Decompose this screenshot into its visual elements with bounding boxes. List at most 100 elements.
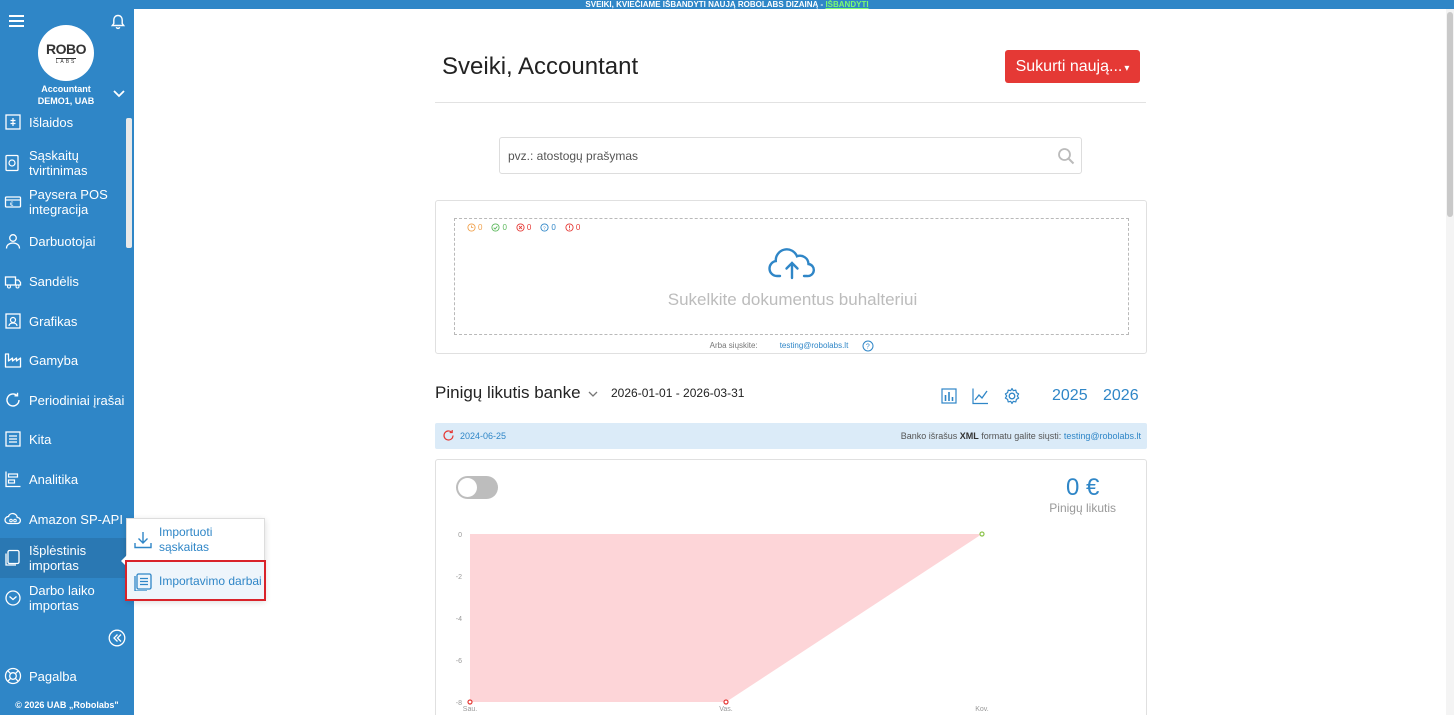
counter-failed: 0 — [516, 223, 531, 232]
cloud-upload-icon — [768, 248, 815, 280]
schedule-icon — [5, 313, 21, 329]
logo-robo: ROBO — [46, 41, 87, 57]
alt-email-link[interactable]: testing@robolabs.lt — [780, 341, 849, 350]
sidebar-item-label: Sąskaitų tvirtinimas — [29, 148, 88, 178]
page-scrollbar-thumb[interactable] — [1447, 12, 1453, 217]
bank-balance-chart: 0 -2 -4 -6 -8Sau. Vas. Kov. — [456, 531, 989, 713]
svg-text:?: ? — [866, 344, 870, 351]
date-range[interactable]: 2026-01-01 - 2026-03-31 — [611, 386, 744, 400]
balance-summary: 0 € Pinigų likutis — [1049, 474, 1116, 516]
search-icon[interactable] — [1057, 147, 1075, 165]
other-icon — [5, 431, 21, 447]
info-email-link[interactable]: testing@robolabs.lt — [1064, 431, 1141, 441]
y-tick-label: 0 — [458, 532, 462, 539]
sidebar-item-label: Kita — [29, 431, 52, 447]
counter-value: 0 — [478, 223, 483, 232]
info-bold: XML — [959, 431, 979, 441]
collapse-sidebar-icon[interactable] — [108, 629, 126, 647]
y-tick-label: -4 — [456, 616, 462, 623]
sidebar-item-label: Darbo laiko importas — [29, 583, 95, 613]
year-2026-link[interactable]: 2026 — [1103, 387, 1139, 405]
promo-text: SVEIKI, KVIEČIAME IŠBANDYTI NAUJĄ ROBOLA… — [585, 0, 826, 9]
bank-chart-card: 0 € Pinigų likutis 0 -2 -4 -6 -8 Sau. Vas. Kov. — [435, 459, 1147, 715]
y-tick-label: -6 — [456, 658, 462, 665]
sidebar-item-kita[interactable]: Kita — [0, 430, 126, 448]
sidebar-item-saskaitu-tvirtinimas[interactable]: Sąskaitų tvirtinimas — [0, 147, 126, 179]
sidebar-item-islaidos[interactable]: Išlaidos — [0, 113, 126, 131]
create-new-button[interactable]: Sukurti naują... ▾ — [1005, 50, 1140, 83]
sidebar-item-pagalba[interactable]: Pagalba — [0, 667, 134, 685]
sidebar-item-label: Grafikas — [29, 313, 78, 329]
sidebar-item-gamyba[interactable]: Gamyba — [0, 351, 126, 369]
data-point[interactable] — [723, 699, 729, 705]
data-point[interactable] — [979, 531, 985, 537]
import-submenu: Importuoti sąskaitas Importavimo darbai — [121, 518, 266, 601]
sidebar-item-label: Amazon SP-API — [29, 511, 123, 527]
bank-balance-title: Pinigų likutis banke — [435, 383, 581, 402]
pos-icon: € — [4, 196, 22, 208]
promo-link[interactable]: IŠBANDYTI — [825, 0, 868, 9]
pending-icon — [467, 223, 476, 232]
factory-icon — [4, 353, 22, 368]
sidebar-scrollbar[interactable] — [126, 118, 132, 248]
counter-warning: 0 — [565, 223, 580, 232]
alt-email-label: Arba siųskite: — [709, 341, 758, 351]
robolabs-logo: ROBO LABS — [38, 25, 94, 81]
sidebar-item-analitika[interactable]: Analitika — [0, 470, 126, 488]
sidebar-item-periodiniai-irasai[interactable]: Periodiniai įrašai — [0, 391, 126, 409]
failed-icon — [516, 223, 525, 232]
x-tick-label: Sau. — [463, 706, 477, 713]
year-2025-link[interactable]: 2025 — [1052, 387, 1088, 405]
sidebar-item-paysera-pos[interactable]: € Paysera POS integracija — [0, 186, 126, 218]
chart-toggle[interactable] — [456, 476, 498, 499]
import-icon — [5, 549, 20, 566]
sidebar-item-label: Paysera POS integracija — [29, 187, 108, 217]
upload-card: 0 0 0 ? 0 0 Sukelkite dokumentus buhalte… — [435, 200, 1147, 354]
sidebar-item-label: Išlaidos — [29, 114, 74, 130]
chevron-down-icon[interactable] — [587, 388, 599, 400]
submenu-item-importavimo-darbai[interactable]: Importavimo darbai — [125, 560, 266, 601]
user-info[interactable]: Accountant DEMO1, UAB — [20, 83, 112, 107]
balance-value: 0 € — [1065, 474, 1100, 501]
header-divider — [435, 102, 1146, 103]
upload-status-counters: 0 0 0 ? 0 0 — [467, 223, 589, 232]
help-lifebuoy-icon — [4, 667, 22, 685]
sidebar-item-grafikas[interactable]: Grafikas — [0, 312, 126, 330]
document-dropzone[interactable]: 0 0 0 ? 0 0 Sukelkite dokumentus buhalte… — [454, 218, 1129, 335]
x-tick-label: Vas. — [719, 706, 733, 713]
analytics-icon — [5, 471, 21, 488]
counter-value: 0 — [551, 223, 556, 232]
dropzone-text: Sukelkite dokumentus buhalteriui — [667, 290, 918, 309]
last-sync-date[interactable]: 2024-06-25 — [460, 431, 506, 441]
bar-chart-icon[interactable] — [940, 387, 958, 405]
sidebar-item-label: Sandėlis — [29, 273, 79, 289]
sidebar-item-label: Periodiniai įrašai — [29, 392, 125, 408]
submenu-item-label: Importuoti sąskaitas — [159, 525, 213, 554]
sidebar-item-amazon-sp-api[interactable]: Amazon SP-API — [0, 510, 126, 528]
counter-pending: 0 — [467, 223, 482, 232]
submenu-item-label: Importavimo darbai — [159, 573, 262, 588]
line-chart-icon[interactable] — [971, 387, 989, 405]
recurring-icon — [6, 392, 20, 407]
gear-icon[interactable] — [1003, 387, 1021, 405]
bell-icon[interactable] — [110, 14, 126, 30]
data-point[interactable] — [467, 699, 473, 705]
refresh-icon[interactable] — [442, 429, 455, 442]
counter-question: ? 0 — [540, 223, 556, 232]
company-name: DEMO1, UAB — [37, 96, 95, 106]
create-new-label: Sukurti naują... — [1015, 58, 1123, 75]
sidebar-item-isplestinis-importas[interactable]: Išplėstinis importas — [0, 538, 126, 578]
chevron-down-icon[interactable] — [112, 86, 126, 100]
alt-email-line: Arba siųskite: testing@robolabs.lt? — [436, 340, 1148, 352]
search-input[interactable] — [508, 138, 1048, 173]
sidebar-item-darbo-laiko-importas[interactable]: Darbo laiko importas — [0, 582, 126, 614]
submenu-item-importuoti-saskaitas[interactable]: Importuoti sąskaitas — [127, 524, 264, 556]
sidebar-item-darbuotojai[interactable]: Darbuotojai — [0, 232, 126, 250]
help-question-icon[interactable]: ? — [862, 340, 874, 352]
sidebar-item-label: Gamyba — [29, 352, 79, 368]
sidebar-item-sandelis[interactable]: Sandėlis — [0, 272, 126, 290]
bank-info-bar: 2024-06-25 Banko išrašus XML formatu gal… — [435, 423, 1147, 449]
menu-icon[interactable] — [9, 15, 24, 27]
copyright: © 2026 UAB „Robolabs" — [15, 700, 119, 710]
balance-label: Pinigų likutis — [1049, 501, 1116, 515]
